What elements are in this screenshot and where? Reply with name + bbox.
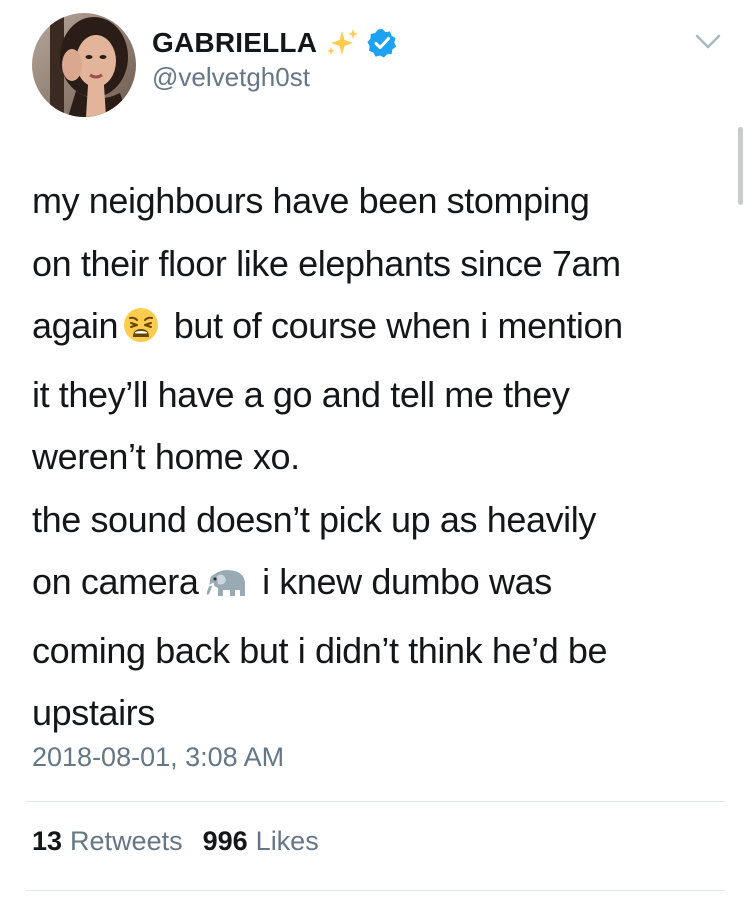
tweet-text-segment: but of course when i mention (173, 305, 623, 346)
tweet-text: my neighbours have been stomping on thei… (32, 170, 732, 745)
sparkles-emoji-icon (325, 28, 359, 58)
likes-stat[interactable]: 996 Likes (203, 826, 319, 857)
tweet-text-line: on their floor like elephants since 7am (32, 242, 621, 284)
chevron-down-icon[interactable] (695, 33, 721, 51)
verified-badge-icon (367, 28, 397, 58)
tweet-text-segment: i knew dumbo was (262, 561, 552, 602)
user-handle[interactable]: @velvetgh0st (152, 62, 397, 93)
tweet-text-line: again but of course when i mention (32, 295, 732, 364)
weary-face-emoji-icon (122, 301, 160, 364)
retweets-count: 13 (32, 826, 63, 856)
elephant-emoji-icon (203, 557, 249, 620)
display-name[interactable]: GABRIELLA (152, 27, 317, 59)
divider (25, 801, 725, 802)
scroll-indicator[interactable] (738, 127, 743, 205)
tweet-text-line: upstairs (32, 692, 155, 733)
tweet-text-line: my neighbours have been stomping (32, 180, 590, 221)
tweet-timestamp[interactable]: 2018-08-01, 3:08 AM (32, 742, 284, 773)
tweet-detail: GABRIELLA @velvetgh0st my neighbours hav… (0, 0, 745, 902)
retweets-stat[interactable]: 13 Retweets (32, 826, 183, 857)
avatar[interactable] (32, 13, 136, 117)
tweet-text-line: it they’ll have a go and tell me they (32, 373, 570, 415)
tweet-text-line: on camera i knew dumbo was (32, 551, 732, 620)
tweet-text-line: the sound doesn’t pick up as heavily (32, 498, 596, 540)
tweet-stats: 13 Retweets 996 Likes (32, 826, 339, 857)
retweets-label: Retweets (70, 826, 183, 856)
tweet-text-line: coming back but i didn’t think he’d be (32, 629, 608, 671)
likes-count: 996 (202, 826, 248, 856)
user-info[interactable]: GABRIELLA @velvetgh0st (152, 26, 397, 93)
tweet-text-segment: again (32, 305, 119, 346)
likes-label: Likes (255, 826, 319, 856)
tweet-text-line: weren’t home xo. (32, 436, 300, 477)
divider (25, 890, 725, 891)
tweet-text-segment: on camera (32, 561, 199, 602)
name-row: GABRIELLA (152, 26, 397, 60)
